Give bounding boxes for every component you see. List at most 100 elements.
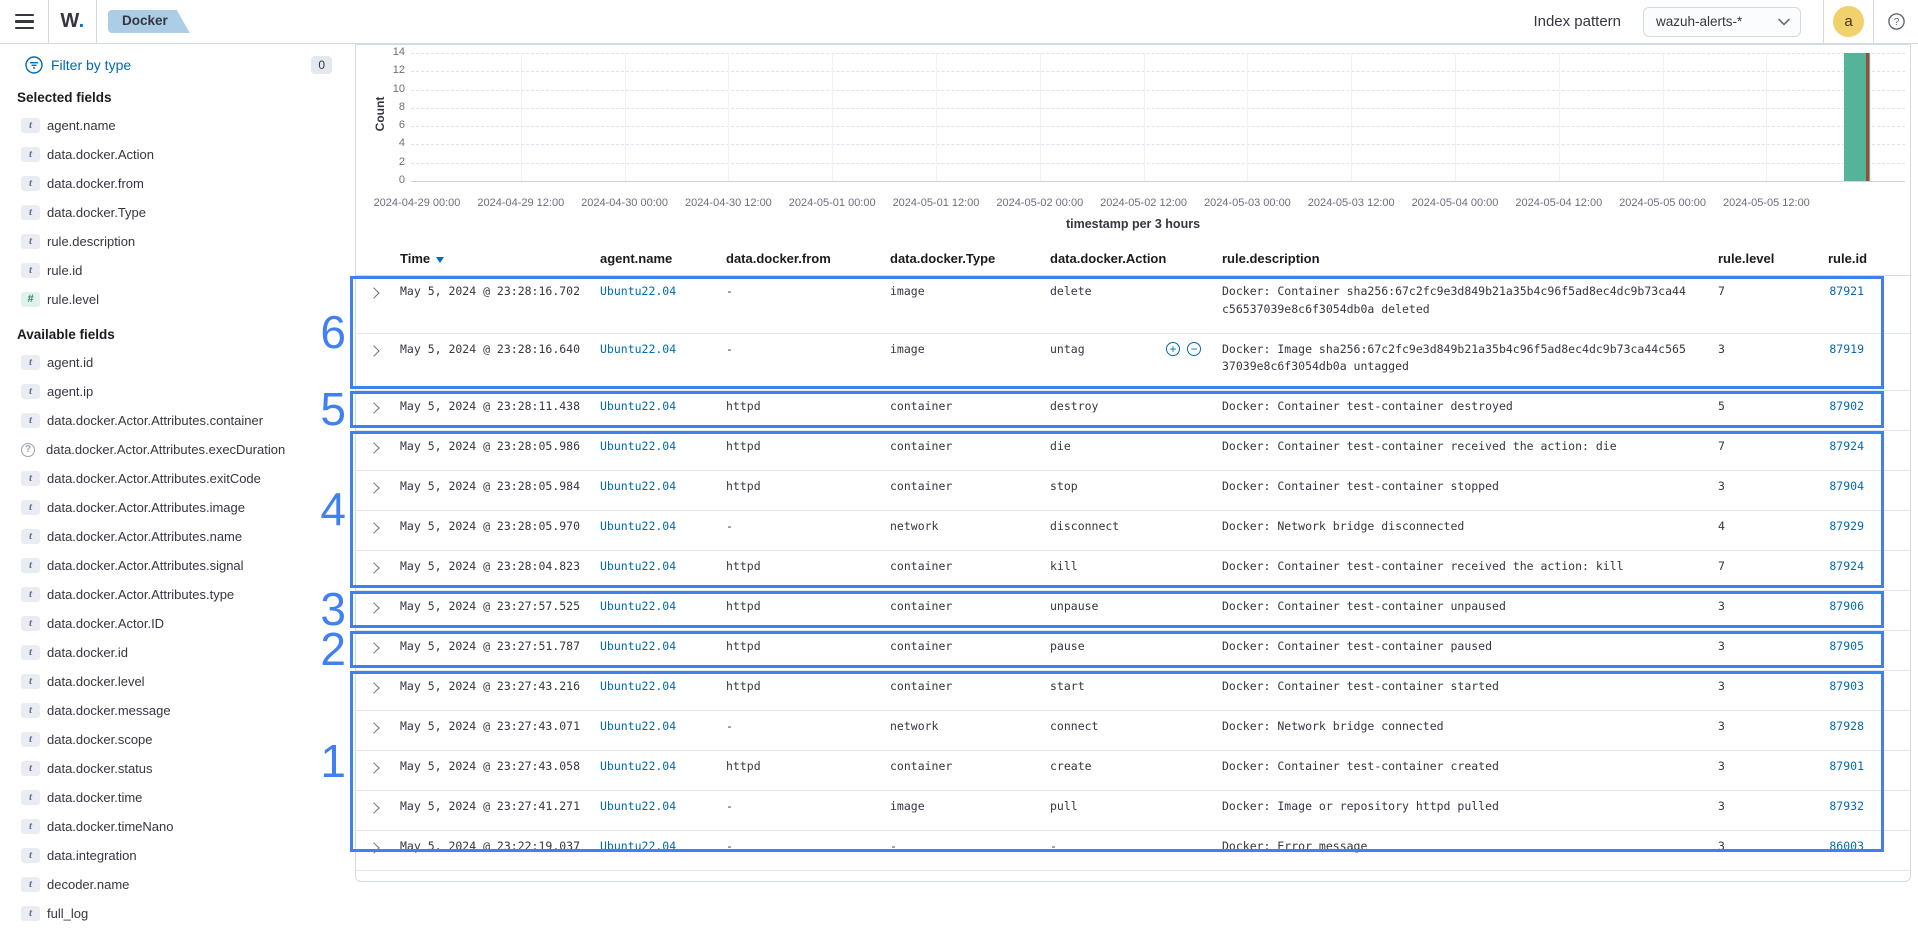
rule-id-link[interactable]: 87928 (1829, 719, 1864, 733)
sidebar-field-data.docker.Type[interactable]: tdata.docker.Type (0, 198, 348, 227)
sidebar-field-data.docker.scope[interactable]: tdata.docker.scope (0, 725, 348, 754)
rule-id-link[interactable]: 87921 (1829, 284, 1864, 298)
filter-for-value-icon[interactable]: + (1166, 342, 1180, 356)
agent-name-link[interactable]: Ubuntu22.04 (600, 284, 676, 298)
column-header-label: data.docker.Type (890, 251, 995, 266)
logo-text: W (60, 10, 78, 32)
agent-name-link[interactable]: Ubuntu22.04 (600, 719, 676, 733)
cell-hover-actions: +− (1166, 342, 1201, 356)
rule-id-link[interactable]: 86003 (1829, 839, 1864, 853)
column-header-rule-level[interactable]: rule.level (1718, 241, 1828, 275)
agent-name-link[interactable]: Ubuntu22.04 (600, 599, 676, 613)
cell-docker-type: container (890, 591, 1050, 630)
expand-row-button[interactable] (356, 831, 400, 870)
expand-row-button[interactable] (356, 471, 400, 510)
sidebar-field-data.docker.from[interactable]: tdata.docker.from (0, 169, 348, 198)
column-header-data-docker-from[interactable]: data.docker.from (726, 241, 890, 275)
expand-row-button[interactable] (356, 631, 400, 670)
cell-agent-name: Ubuntu22.04 (600, 631, 726, 670)
agent-name-link[interactable]: Ubuntu22.04 (600, 799, 676, 813)
sidebar-field-data.docker.Actor.Attributes.exitCode[interactable]: tdata.docker.Actor.Attributes.exitCode (0, 464, 348, 493)
cell-docker-type: container (890, 391, 1050, 430)
expand-row-button[interactable] (356, 751, 400, 790)
string-field-icon: t (21, 848, 40, 863)
menu-icon[interactable] (0, 0, 48, 44)
wazuh-logo[interactable]: W. (49, 10, 96, 33)
column-header-rule-id[interactable]: rule.id (1828, 241, 1910, 275)
agent-name-link[interactable]: Ubuntu22.04 (600, 342, 676, 356)
agent-name-link[interactable]: Ubuntu22.04 (600, 559, 676, 573)
sidebar-field-data.docker.Actor.Attributes.container[interactable]: tdata.docker.Actor.Attributes.container (0, 406, 348, 435)
rule-id-link[interactable]: 87904 (1829, 479, 1864, 493)
column-header-rule-description[interactable]: rule.description (1222, 241, 1718, 275)
rule-id-link[interactable]: 87903 (1829, 679, 1864, 693)
agent-name-link[interactable]: Ubuntu22.04 (600, 759, 676, 773)
sidebar-field-data.integration[interactable]: tdata.integration (0, 841, 348, 870)
sidebar-field-data.docker.time[interactable]: tdata.docker.time (0, 783, 348, 812)
x-tick-label: 2024-04-30 00:00 (570, 197, 680, 209)
agent-name-link[interactable]: Ubuntu22.04 (600, 639, 676, 653)
sidebar-field-id[interactable]: tid (0, 928, 348, 933)
filter-by-type-button[interactable]: Filter by type 0 (25, 53, 332, 77)
sidebar-field-data.docker.Action[interactable]: tdata.docker.Action (0, 140, 348, 169)
rule-id-link[interactable]: 87919 (1829, 342, 1864, 356)
sidebar-field-full_log[interactable]: tfull_log (0, 899, 348, 928)
agent-name-link[interactable]: Ubuntu22.04 (600, 399, 676, 413)
sidebar-field-decoder.name[interactable]: tdecoder.name (0, 870, 348, 899)
agent-name-link[interactable]: Ubuntu22.04 (600, 679, 676, 693)
rule-id-link[interactable]: 87906 (1829, 599, 1864, 613)
sidebar-field-data.docker.Actor.Attributes.signal[interactable]: tdata.docker.Actor.Attributes.signal (0, 551, 348, 580)
agent-name-link[interactable]: Ubuntu22.04 (600, 839, 676, 853)
rule-id-link[interactable]: 87924 (1829, 439, 1864, 453)
sidebar-field-data.docker.status[interactable]: tdata.docker.status (0, 754, 348, 783)
sidebar-field-data.docker.message[interactable]: tdata.docker.message (0, 696, 348, 725)
sidebar-field-rule.level[interactable]: #rule.level (0, 285, 348, 314)
rule-id-link[interactable]: 87932 (1829, 799, 1864, 813)
sidebar-field-rule.description[interactable]: trule.description (0, 227, 348, 256)
column-header-data-docker-action[interactable]: data.docker.Action (1050, 241, 1222, 275)
sidebar-field-data.docker.Actor.Attributes.image[interactable]: tdata.docker.Actor.Attributes.image (0, 493, 348, 522)
sidebar-field-rule.id[interactable]: trule.id (0, 256, 348, 285)
agent-name-link[interactable]: Ubuntu22.04 (600, 519, 676, 533)
expand-row-button[interactable] (356, 431, 400, 470)
expand-row-button[interactable] (356, 276, 400, 333)
expand-row-button[interactable] (356, 511, 400, 550)
expand-row-button[interactable] (356, 391, 400, 430)
avatar[interactable]: a (1833, 6, 1864, 37)
filter-out-value-icon[interactable]: − (1187, 342, 1201, 356)
sidebar-field-data.docker.Actor.Attributes.execDuration[interactable]: ?data.docker.Actor.Attributes.execDurati… (0, 435, 348, 464)
x-gridline (1559, 53, 1560, 181)
expand-row-button[interactable] (356, 551, 400, 590)
column-header-agent-name[interactable]: agent.name (600, 241, 726, 275)
rule-id-link[interactable]: 87924 (1829, 559, 1864, 573)
sidebar-field-data.docker.Actor.Attributes.type[interactable]: tdata.docker.Actor.Attributes.type (0, 580, 348, 609)
cell-rule-level: 5 (1718, 391, 1828, 430)
cell-rule-level: 3 (1718, 631, 1828, 670)
expand-row-button[interactable] (356, 591, 400, 630)
expand-row-button[interactable] (356, 791, 400, 830)
agent-name-link[interactable]: Ubuntu22.04 (600, 479, 676, 493)
expand-row-button[interactable] (356, 334, 400, 391)
rule-id-link[interactable]: 87929 (1829, 519, 1864, 533)
expand-row-button[interactable] (356, 711, 400, 750)
tab-docker[interactable]: Docker (108, 10, 190, 33)
column-header-time[interactable]: Time (400, 241, 600, 275)
index-pattern-select[interactable]: wazuh-alerts-* (1643, 7, 1801, 37)
sidebar-field-agent.name[interactable]: tagent.name (0, 111, 348, 140)
sidebar-field-agent.id[interactable]: tagent.id (0, 348, 348, 377)
rule-id-link[interactable]: 87905 (1829, 639, 1864, 653)
sidebar-field-data.docker.level[interactable]: tdata.docker.level (0, 667, 348, 696)
sidebar-field-data.docker.Actor.Attributes.name[interactable]: tdata.docker.Actor.Attributes.name (0, 522, 348, 551)
cell-time: May 5, 2024 @ 23:27:43.071 (400, 711, 600, 750)
sidebar-field-data.docker.Actor.ID[interactable]: tdata.docker.Actor.ID (0, 609, 348, 638)
sidebar-field-data.docker.id[interactable]: tdata.docker.id (0, 638, 348, 667)
sidebar-field-data.docker.timeNano[interactable]: tdata.docker.timeNano (0, 812, 348, 841)
help-button[interactable]: ? (1874, 13, 1918, 30)
rule-id-link[interactable]: 87901 (1829, 759, 1864, 773)
sidebar-field-agent.ip[interactable]: tagent.ip (0, 377, 348, 406)
column-header-data-docker-type[interactable]: data.docker.Type (890, 241, 1050, 275)
agent-name-link[interactable]: Ubuntu22.04 (600, 439, 676, 453)
rule-id-link[interactable]: 87902 (1829, 399, 1864, 413)
expand-row-button[interactable] (356, 671, 400, 710)
column-header-label: rule.level (1718, 251, 1774, 266)
